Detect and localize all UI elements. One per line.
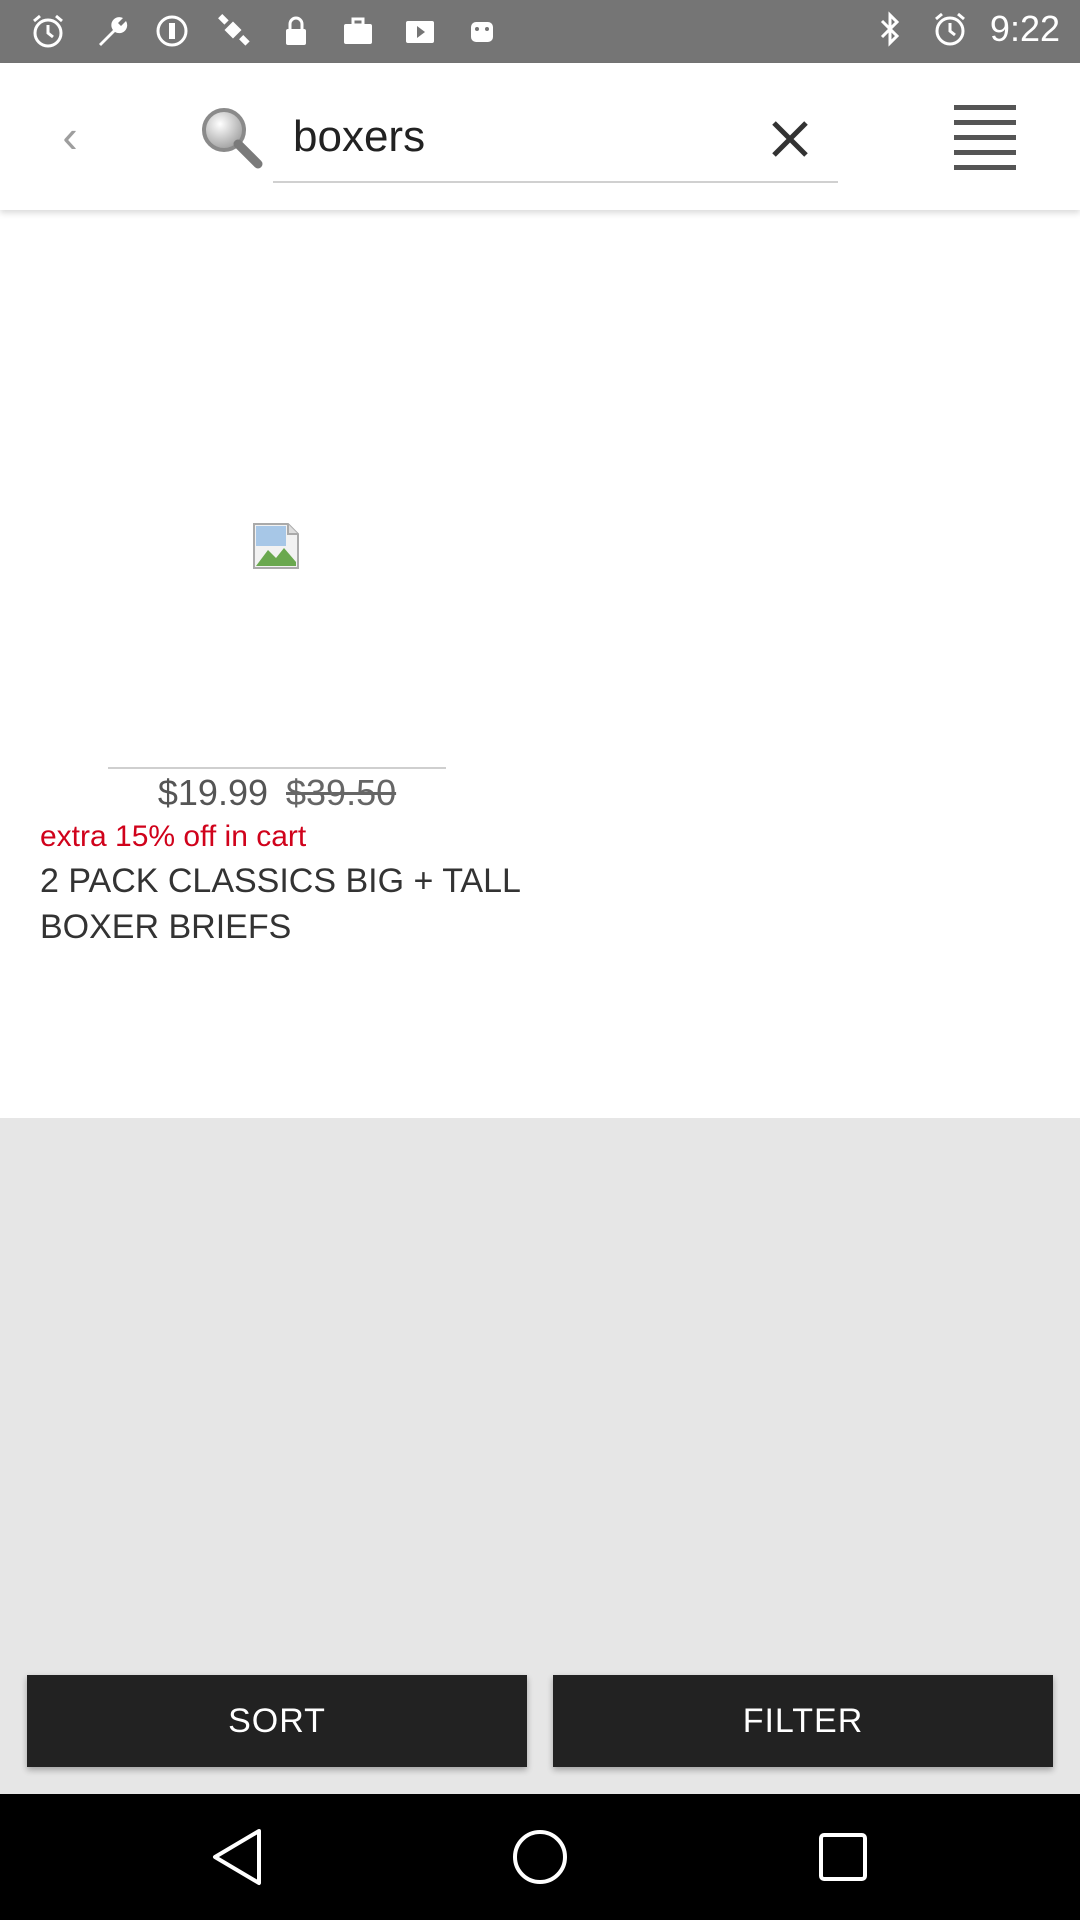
nav-back-button[interactable] [202, 1822, 272, 1892]
wrench-icon [90, 10, 130, 52]
search-input[interactable] [293, 107, 733, 167]
briefcase-icon [338, 10, 378, 52]
search-icon [196, 103, 266, 173]
status-bar: 9:22 [0, 0, 1080, 63]
back-button[interactable]: ‹ [50, 110, 90, 162]
data-saver-icon [152, 10, 192, 52]
search-toolbar: ‹ [0, 63, 1080, 210]
hamburger-menu-icon [954, 105, 1016, 170]
clear-search-button[interactable] [760, 109, 820, 169]
clock-time: 9:22 [989, 8, 1060, 49]
search-results: $19.99 $39.50 extra 15% off in cart 2 PA… [0, 210, 1080, 1118]
nav-home-button[interactable] [505, 1822, 575, 1892]
back-triangle-icon [213, 1829, 261, 1885]
menu-button[interactable] [950, 103, 1020, 173]
alarm-icon [28, 10, 68, 52]
broken-image-icon [252, 522, 300, 570]
product-title[interactable]: 2 PACK CLASSICS BIG + TALL BOXER BRIEFS [40, 858, 520, 950]
sort-button[interactable]: SORT [27, 1675, 527, 1767]
alarm-icon [930, 8, 970, 50]
promo-text: extra 15% off in cart [40, 820, 307, 853]
price-row: $19.99 $39.50 [0, 772, 554, 814]
sale-price: $19.99 [157, 772, 268, 813]
lock-icon [276, 10, 316, 52]
chevron-left-icon: ‹ [62, 110, 78, 162]
image-divider [108, 767, 446, 769]
product-card[interactable]: $19.99 $39.50 extra 15% off in cart 2 PA… [0, 210, 540, 950]
play-store-icon [400, 10, 440, 52]
original-price: $39.50 [286, 772, 397, 813]
satellite-icon [214, 10, 254, 52]
search-field [273, 93, 838, 183]
close-icon [772, 121, 808, 157]
system-nav-bar [0, 1794, 1080, 1920]
home-circle-icon [513, 1830, 567, 1884]
bluetooth-icon [870, 8, 910, 50]
nav-recents-button[interactable] [808, 1822, 878, 1892]
filter-button[interactable]: FILTER [553, 1675, 1053, 1767]
android-icon [462, 10, 502, 52]
recents-square-icon [819, 1833, 867, 1881]
